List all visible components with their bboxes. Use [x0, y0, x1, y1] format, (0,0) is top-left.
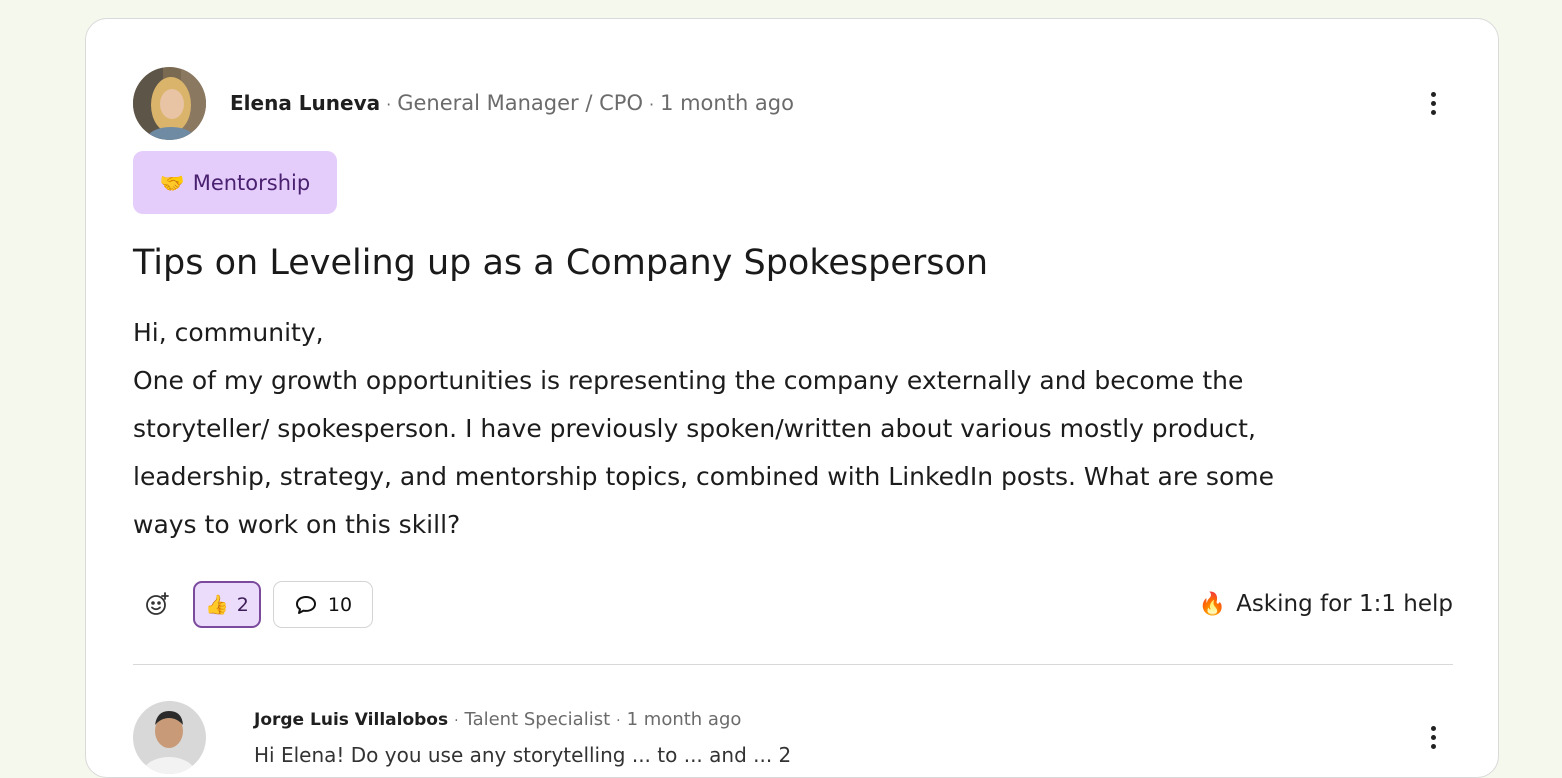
comment-bubble-icon — [295, 595, 316, 614]
post-body-line: One of my growth opportunities is repres… — [133, 366, 1244, 395]
post-more-options-icon[interactable] — [1421, 88, 1445, 118]
post-body-line: ways to work on this skill? — [133, 510, 461, 539]
add-emoji-icon — [146, 592, 169, 615]
topic-tag-label: Mentorship — [192, 170, 311, 195]
help-badge-label: Asking for 1:1 help — [1236, 591, 1453, 617]
post-body-line: leadership, strategy, and mentorship top… — [133, 462, 1274, 491]
post-card: Elena Luneva · General Manager / CPO · 1… — [85, 18, 1499, 778]
comment-meta: Jorge Luis Villalobos · Talent Specialis… — [254, 709, 741, 730]
post-body-line: Hi, community, — [133, 318, 324, 347]
comment-count: 10 — [327, 593, 353, 616]
post-body: Hi, community, One of my growth opportun… — [133, 309, 1433, 549]
post-timestamp: 1 month ago — [660, 91, 794, 115]
meta-separator: · — [648, 95, 655, 114]
meta-separator: · — [616, 713, 621, 729]
comment-text: Hi Elena! Do you use any storytelling ..… — [254, 743, 792, 767]
like-button[interactable]: 👍 2 — [193, 581, 261, 628]
meta-separator: · — [454, 713, 459, 729]
post-body-line: storyteller/ spokesperson. I have previo… — [133, 414, 1256, 443]
commenter-role: Talent Specialist — [464, 709, 611, 730]
add-reaction-button[interactable] — [133, 580, 181, 628]
comment-more-options-icon[interactable] — [1421, 722, 1445, 752]
post-title: Tips on Leveling up as a Company Spokesp… — [133, 243, 989, 283]
thumbs-up-icon: 👍 — [205, 594, 229, 616]
author-role: General Manager / CPO — [397, 91, 643, 115]
commenter-avatar[interactable] — [133, 701, 206, 774]
post-actions: 👍 2 10 🔥 Asking for 1:1 help — [133, 580, 1453, 628]
author-name[interactable]: Elena Luneva — [230, 91, 380, 115]
like-count: 2 — [236, 593, 249, 616]
author-avatar[interactable] — [133, 67, 206, 140]
post-meta: Elena Luneva · General Manager / CPO · 1… — [230, 91, 794, 115]
comment-timestamp: 1 month ago — [626, 709, 742, 730]
fire-icon: 🔥 — [1198, 591, 1227, 617]
handshake-icon: 🤝 — [159, 170, 185, 195]
topic-tag[interactable]: 🤝 Mentorship — [133, 151, 337, 214]
meta-separator: · — [386, 95, 392, 114]
help-badge: 🔥 Asking for 1:1 help — [1199, 580, 1453, 628]
comments-button[interactable]: 10 — [273, 581, 373, 628]
divider — [133, 664, 1453, 665]
commenter-name[interactable]: Jorge Luis Villalobos — [254, 710, 448, 730]
